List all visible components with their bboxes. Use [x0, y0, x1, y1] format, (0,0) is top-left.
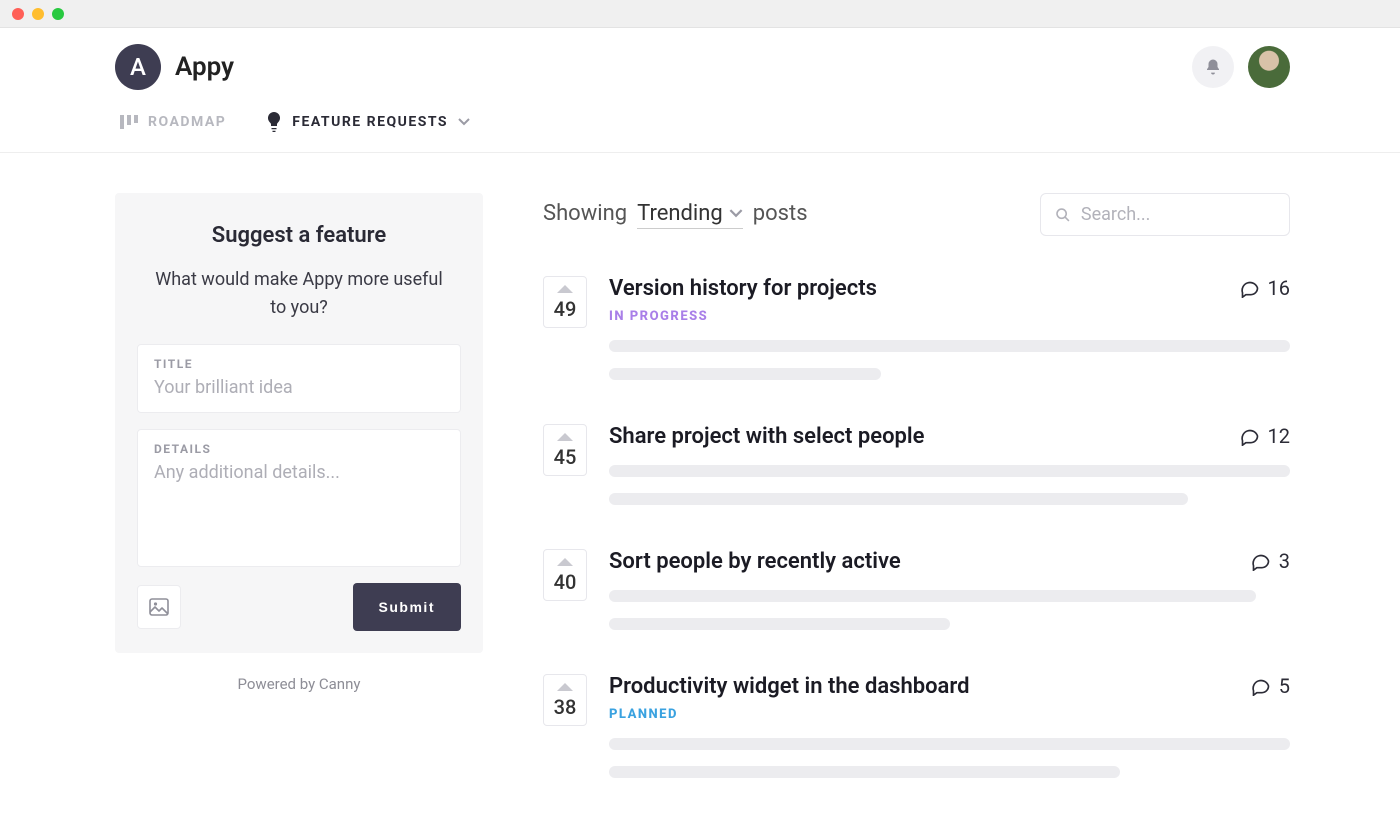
post-item: 45 Share project with select people 12	[543, 424, 1290, 505]
comment-icon	[1240, 278, 1260, 298]
brand-name: Appy	[175, 52, 234, 82]
notifications-button[interactable]	[1192, 46, 1234, 88]
search-input[interactable]	[1081, 204, 1275, 225]
upvote-button[interactable]: 49	[543, 276, 587, 328]
submit-button[interactable]: Submit	[353, 583, 461, 631]
post-item: 40 Sort people by recently active 3	[543, 549, 1290, 630]
showing-prefix: Showing	[543, 201, 627, 226]
title-label: Title	[154, 357, 444, 371]
post-excerpt-skeleton	[609, 368, 881, 380]
post-title[interactable]: Version history for projects	[609, 276, 877, 301]
lightbulb-icon	[266, 112, 282, 132]
showing-suffix: posts	[753, 201, 808, 226]
vote-count: 49	[554, 297, 577, 321]
nav-roadmap[interactable]: Roadmap	[120, 114, 226, 130]
window-minimize-dot[interactable]	[32, 8, 44, 20]
comments-count: 12	[1268, 424, 1290, 448]
nav-feature-requests[interactable]: Feature Requests	[266, 112, 470, 132]
posts-feed: Showing Trending posts 49 Ve	[543, 193, 1290, 822]
details-label: Details	[154, 442, 444, 456]
details-input[interactable]	[154, 462, 444, 548]
upvote-button[interactable]: 38	[543, 674, 587, 726]
caret-up-icon	[557, 683, 573, 691]
caret-up-icon	[557, 433, 573, 441]
upvote-button[interactable]: 45	[543, 424, 587, 476]
vote-count: 40	[554, 570, 577, 594]
window-zoom-dot[interactable]	[52, 8, 64, 20]
chevron-down-icon	[458, 118, 470, 126]
comments-link[interactable]: 5	[1251, 674, 1290, 698]
suggest-subtitle: What would make Appy more useful to you?	[137, 266, 461, 322]
caret-up-icon	[557, 285, 573, 293]
post-excerpt-skeleton	[609, 618, 950, 630]
search-field[interactable]	[1040, 193, 1290, 236]
comment-icon	[1240, 426, 1260, 446]
post-excerpt-skeleton	[609, 493, 1188, 505]
window-close-dot[interactable]	[12, 8, 24, 20]
attach-image-button[interactable]	[137, 585, 181, 629]
sort-value: Trending	[637, 201, 723, 226]
post-excerpt-skeleton	[609, 465, 1290, 477]
chevron-down-icon	[729, 209, 743, 218]
search-icon	[1055, 206, 1071, 224]
comment-icon	[1251, 551, 1271, 571]
nav-roadmap-label: Roadmap	[148, 114, 226, 130]
comments-count: 3	[1279, 549, 1290, 573]
brand-logo: A	[115, 44, 161, 90]
comments-link[interactable]: 12	[1240, 424, 1290, 448]
caret-up-icon	[557, 558, 573, 566]
sort-dropdown[interactable]: Trending	[637, 201, 743, 229]
post-title[interactable]: Productivity widget in the dashboard	[609, 674, 969, 699]
roadmap-icon	[120, 115, 138, 129]
comments-count: 5	[1279, 674, 1290, 698]
comments-link[interactable]: 3	[1251, 549, 1290, 573]
vote-count: 38	[554, 695, 577, 719]
vote-count: 45	[554, 445, 577, 469]
nav-feature-requests-label: Feature Requests	[292, 114, 448, 130]
upvote-button[interactable]: 40	[543, 549, 587, 601]
title-input[interactable]	[154, 377, 444, 398]
comment-icon	[1251, 676, 1271, 696]
post-item: 49 Version history for projects In Progr…	[543, 276, 1290, 380]
header-actions	[1192, 46, 1290, 88]
suggest-title: Suggest a feature	[137, 223, 461, 248]
brand[interactable]: A Appy	[115, 44, 234, 90]
main-content: Suggest a feature What would make Appy m…	[0, 153, 1400, 822]
post-title[interactable]: Share project with select people	[609, 424, 924, 449]
post-item: 38 Productivity widget in the dashboard …	[543, 674, 1290, 778]
post-excerpt-skeleton	[609, 738, 1290, 750]
suggest-actions: Submit	[137, 583, 461, 631]
app-header: A Appy	[0, 28, 1400, 98]
comments-count: 16	[1268, 276, 1290, 300]
window-chrome	[0, 0, 1400, 28]
post-status: Planned	[609, 707, 969, 722]
primary-nav: Roadmap Feature Requests	[0, 98, 1400, 153]
post-excerpt-skeleton	[609, 766, 1120, 778]
details-field[interactable]: Details	[137, 429, 461, 567]
post-title[interactable]: Sort people by recently active	[609, 549, 901, 574]
post-status: In Progress	[609, 309, 877, 324]
feed-header: Showing Trending posts	[543, 193, 1290, 236]
showing-filter: Showing Trending posts	[543, 201, 808, 229]
suggest-feature-panel: Suggest a feature What would make Appy m…	[115, 193, 483, 693]
user-avatar[interactable]	[1248, 46, 1290, 88]
bell-icon	[1204, 58, 1222, 76]
title-field[interactable]: Title	[137, 344, 461, 413]
powered-by[interactable]: Powered by Canny	[115, 675, 483, 693]
post-excerpt-skeleton	[609, 590, 1256, 602]
image-icon	[149, 598, 169, 616]
post-excerpt-skeleton	[609, 340, 1290, 352]
comments-link[interactable]: 16	[1240, 276, 1290, 300]
